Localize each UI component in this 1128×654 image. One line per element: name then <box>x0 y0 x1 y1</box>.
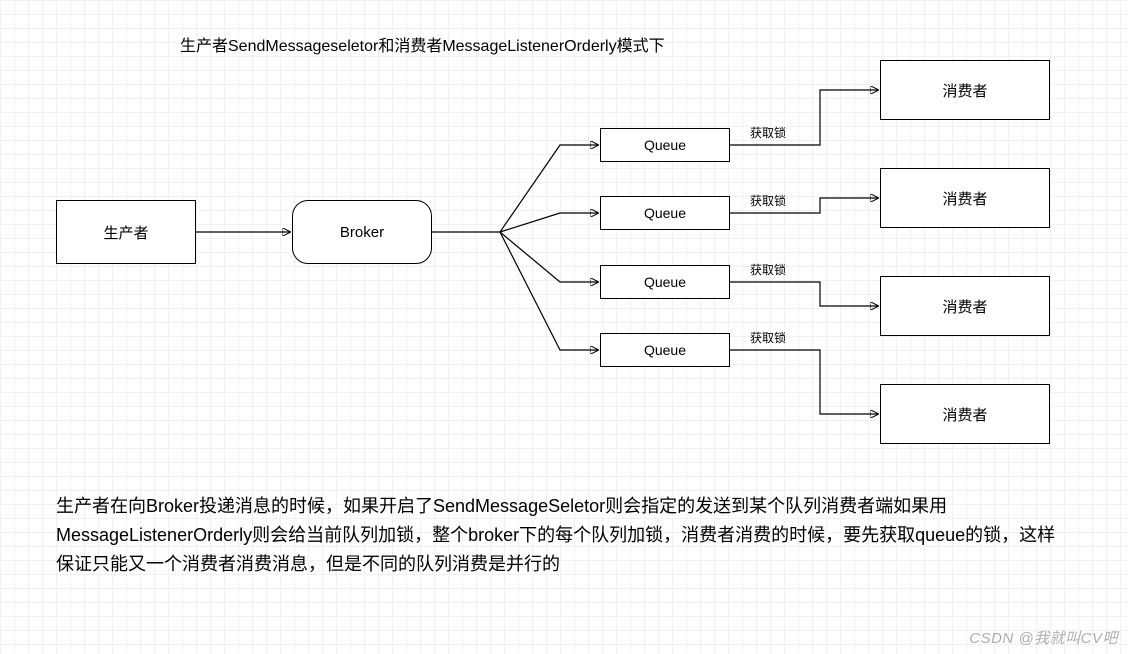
queue-node-4: Queue <box>600 333 730 367</box>
consumer-node-4: 消费者 <box>880 384 1050 444</box>
watermark-text: CSDN @我就叫CV吧 <box>969 627 1118 648</box>
queue-node-1: Queue <box>600 128 730 162</box>
queue-node-2: Queue <box>600 196 730 230</box>
explanation-text: 生产者在向Broker投递消息的时候，如果开启了SendMessageSelet… <box>56 492 1056 578</box>
lock-label-1: 获取锁 <box>750 124 786 141</box>
queue-node-3: Queue <box>600 265 730 299</box>
lock-label-3: 获取锁 <box>750 261 786 278</box>
diagram-title: 生产者SendMessageseletor和消费者MessageListener… <box>180 32 665 56</box>
lock-label-2: 获取锁 <box>750 192 786 209</box>
broker-node: Broker <box>292 200 432 264</box>
consumer-node-1: 消费者 <box>880 60 1050 120</box>
consumer-node-3: 消费者 <box>880 276 1050 336</box>
consumer-node-2: 消费者 <box>880 168 1050 228</box>
lock-label-4: 获取锁 <box>750 329 786 346</box>
producer-node: 生产者 <box>56 200 196 264</box>
